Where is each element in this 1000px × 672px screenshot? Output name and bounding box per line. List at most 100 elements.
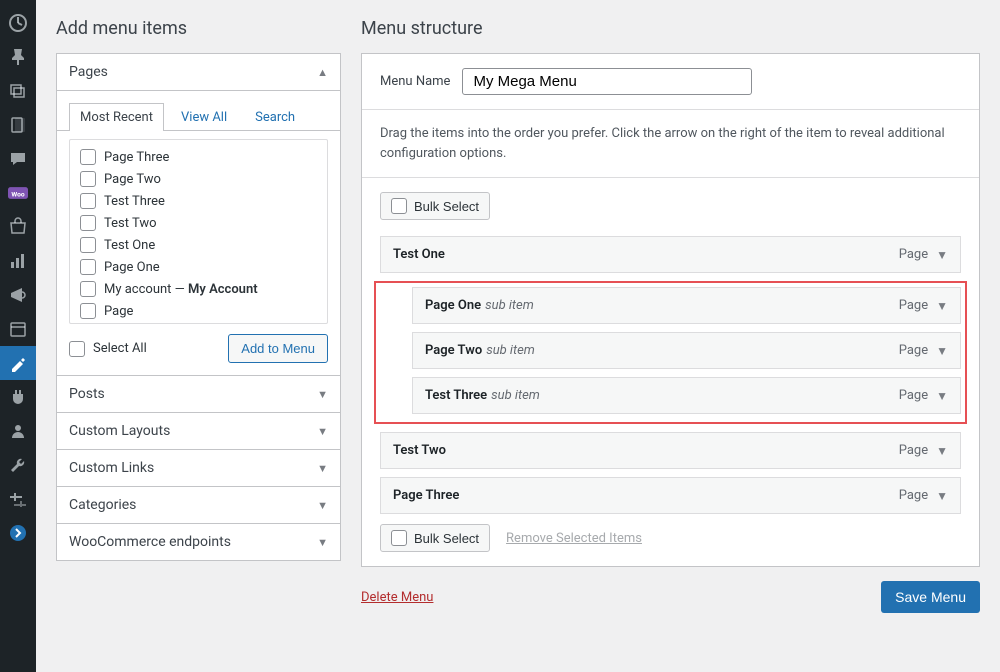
menu-name-label: Menu Name <box>380 74 450 89</box>
posts-panel-header[interactable]: Posts ▼ <box>57 375 340 412</box>
pages-tabs: Most Recent View All Search <box>57 103 340 131</box>
categories-label: Categories <box>69 497 136 513</box>
comments-icon[interactable] <box>0 142 36 176</box>
menu-item-title: Page Two <box>425 343 482 358</box>
menu-item[interactable]: Page Two sub item Page ▼ <box>412 332 961 369</box>
pin-icon[interactable] <box>0 40 36 74</box>
bulk-select-top-checkbox[interactable] <box>391 198 407 214</box>
settings-icon[interactable] <box>0 482 36 516</box>
dashboard-icon[interactable] <box>0 6 36 40</box>
caret-down-icon: ▼ <box>317 536 328 549</box>
svg-text:Woo: Woo <box>11 190 24 198</box>
menu-item-title: Test One <box>393 247 445 262</box>
caret-down-icon[interactable]: ▼ <box>936 489 948 503</box>
bulk-select-bottom-checkbox[interactable] <box>391 530 407 546</box>
page-list-item[interactable]: Page Three <box>70 146 327 168</box>
page-item-checkbox[interactable] <box>80 215 96 231</box>
caret-down-icon: ▼ <box>317 462 328 475</box>
tab-most-recent[interactable]: Most Recent <box>69 103 164 131</box>
collapse-icon[interactable] <box>0 516 36 550</box>
select-all-checkbox[interactable] <box>69 341 85 357</box>
page-list-item[interactable]: Test Two <box>70 212 327 234</box>
accordion: Pages ▲ Most Recent View All Search Page… <box>56 53 341 561</box>
caret-down-icon: ▼ <box>317 425 328 438</box>
bulk-select-bottom-label: Bulk Select <box>414 531 479 546</box>
menu-item-type: Page <box>899 298 928 313</box>
caret-down-icon[interactable]: ▼ <box>936 389 948 403</box>
caret-down-icon[interactable]: ▼ <box>936 344 948 358</box>
products-icon[interactable] <box>0 210 36 244</box>
menu-settings-box: Menu Name Drag the items into the order … <box>361 53 980 567</box>
menu-item[interactable]: Page One sub itemPage▼ <box>412 287 961 324</box>
menu-item-type: Page <box>899 443 928 458</box>
page-item-checkbox[interactable] <box>80 303 96 319</box>
page-item-checkbox[interactable] <box>80 171 96 187</box>
menu-item[interactable]: Page ThreePage▼ <box>380 477 961 514</box>
menu-item-type: Page <box>899 247 928 262</box>
custom-layouts-panel-header[interactable]: Custom Layouts▼ <box>57 412 340 449</box>
menu-item-type: Page <box>899 388 928 403</box>
tools-icon[interactable] <box>0 448 36 482</box>
woocommerce-endpoints-label: WooCommerce endpoints <box>69 534 231 550</box>
marketing-icon[interactable] <box>0 278 36 312</box>
menu-item-title: Test Two <box>393 443 446 458</box>
page-list-item[interactable]: Page Two <box>70 168 327 190</box>
page-item-label: Test One <box>104 238 155 253</box>
pages-icon[interactable] <box>0 108 36 142</box>
admin-menu: Woo <box>0 0 36 672</box>
caret-down-icon: ▼ <box>317 388 328 401</box>
caret-up-icon: ▲ <box>317 66 328 79</box>
add-items-title: Add menu items <box>56 18 341 39</box>
page-list-item[interactable]: Page <box>70 300 327 322</box>
menu-instructions: Drag the items into the order you prefer… <box>362 110 979 178</box>
appearance-icon[interactable] <box>0 346 36 380</box>
menu-item-type: Page <box>899 488 928 503</box>
menu-name-input[interactable] <box>462 68 752 95</box>
page-item-checkbox[interactable] <box>80 193 96 209</box>
custom-links-label: Custom Links <box>69 460 154 476</box>
menu-structure-title: Menu structure <box>361 18 980 39</box>
save-menu-button[interactable]: Save Menu <box>881 581 980 613</box>
page-list[interactable]: Page ThreePage Two Test Three Test Two Test… <box>69 139 328 324</box>
caret-down-icon[interactable]: ▼ <box>936 248 948 262</box>
menu-item[interactable]: Test One Page ▼ <box>380 236 961 273</box>
menu-item-type: Page <box>899 343 928 358</box>
page-item-checkbox[interactable] <box>80 259 96 275</box>
analytics-icon[interactable] <box>0 244 36 278</box>
delete-menu-link[interactable]: Delete Menu <box>361 590 433 605</box>
menu-item-subtext: sub item <box>485 298 534 313</box>
page-list-item[interactable]: Test Three <box>70 190 327 212</box>
custom-links-panel-header[interactable]: Custom Links ▼ <box>57 449 340 486</box>
menu-item-subtext: sub item <box>486 343 535 358</box>
pages-panel-header[interactable]: Pages ▲ <box>57 54 340 90</box>
page-item-checkbox[interactable] <box>80 237 96 253</box>
page-list-item[interactable]: My account — My Account <box>70 278 327 300</box>
page-item-label: My account — My Account <box>104 282 258 297</box>
highlighted-sub-items: Page One sub itemPage▼Page Two sub itemP… <box>374 281 967 424</box>
woocommerce-icon[interactable]: Woo <box>0 176 36 210</box>
bulk-select-top-label: Bulk Select <box>414 199 479 214</box>
page-list-item[interactable]: Test One <box>70 234 327 256</box>
categories-panel-header[interactable]: Categories▼ <box>57 486 340 523</box>
page-item-label: Test Three <box>104 194 165 209</box>
add-to-menu-button[interactable]: Add to Menu <box>228 334 328 363</box>
woocommerce-endpoints-panel-header[interactable]: WooCommerce endpoints ▼ <box>57 523 340 560</box>
bulk-select-top-button[interactable]: Bulk Select <box>380 192 490 220</box>
page-item-checkbox[interactable] <box>80 281 96 297</box>
pages-panel-body: Most Recent View All Search Page ThreePa… <box>57 90 340 375</box>
page-item-checkbox[interactable] <box>80 149 96 165</box>
select-all[interactable]: Select All <box>69 341 147 357</box>
menu-item[interactable]: Test Two Page ▼ <box>380 432 961 469</box>
page-list-item[interactable]: Page One <box>70 256 327 278</box>
bulk-select-bottom-button[interactable]: Bulk Select <box>380 524 490 552</box>
plugins-icon[interactable] <box>0 380 36 414</box>
caret-down-icon[interactable]: ▼ <box>936 444 948 458</box>
tab-search[interactable]: Search <box>244 103 306 131</box>
menu-item[interactable]: Test Three sub itemPage▼ <box>412 377 961 414</box>
calendar-icon[interactable] <box>0 312 36 346</box>
posts-label: Posts <box>69 386 105 402</box>
caret-down-icon[interactable]: ▼ <box>936 299 948 313</box>
tab-view-all[interactable]: View All <box>170 103 238 131</box>
media-icon[interactable] <box>0 74 36 108</box>
users-icon[interactable] <box>0 414 36 448</box>
